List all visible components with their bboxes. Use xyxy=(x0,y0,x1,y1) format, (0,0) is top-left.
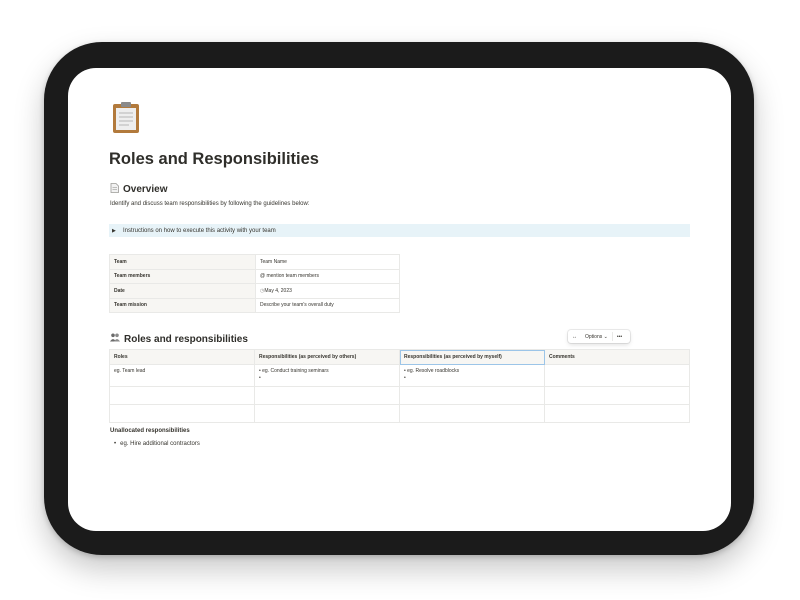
more-dots-icon[interactable]: ••• xyxy=(613,330,626,343)
page-title: Roles and Responsibilities xyxy=(109,150,319,168)
cell-myself[interactable]: • eg. Resolve roadblocks • xyxy=(399,364,545,387)
property-key: Date xyxy=(109,283,256,299)
property-value[interactable]: Describe your team's overall duty xyxy=(255,297,400,313)
property-key: Team xyxy=(109,254,256,270)
properties-table: Team Team Name Team members @ mention te… xyxy=(109,254,400,313)
expand-arrows-icon[interactable]: ↔ xyxy=(568,330,581,343)
overview-heading: Overview xyxy=(110,183,167,196)
list-item[interactable]: • eg. Hire additional contractors xyxy=(114,441,200,447)
roles-heading: Roles and responsibilities xyxy=(110,333,248,345)
roles-heading-text: Roles and responsibilities xyxy=(124,333,248,345)
bullet-text: eg. Resolve roadblocks xyxy=(407,368,460,374)
column-header-comments[interactable]: Comments xyxy=(544,349,690,365)
property-value-date[interactable]: ◷May 4, 2023 xyxy=(255,283,400,299)
table-row xyxy=(109,404,690,423)
clipboard-icon[interactable] xyxy=(110,100,142,134)
property-row: Team Team Name xyxy=(109,254,400,270)
roles-table: Roles Responsibilities (as perceived by … xyxy=(109,349,690,423)
instructions-toggle[interactable]: ▶ Instructions on how to execute this ac… xyxy=(109,224,690,237)
cell-empty[interactable] xyxy=(399,404,545,423)
property-row: Team members @ mention team members xyxy=(109,268,400,284)
property-row: Date ◷May 4, 2023 xyxy=(109,283,400,299)
page-icon xyxy=(110,183,119,196)
cell-empty[interactable] xyxy=(109,404,255,423)
bullet-dot: • xyxy=(114,441,117,447)
cell-empty[interactable] xyxy=(544,386,690,405)
table-row xyxy=(109,386,690,405)
cell-empty[interactable] xyxy=(109,386,255,405)
page-screen: Roles and Responsibilities Overview Iden… xyxy=(68,68,731,531)
property-value[interactable]: @ mention team members xyxy=(255,268,400,284)
bullet-empty: • xyxy=(259,374,261,381)
column-header-myself[interactable]: Responsibilities (as perceived by myself… xyxy=(399,349,545,365)
table-header-row: Roles Responsibilities (as perceived by … xyxy=(109,349,690,365)
instructions-toggle-label: Instructions on how to execute this acti… xyxy=(123,227,276,234)
table-row: eg. Team lead • eg. Conduct training sem… xyxy=(109,364,690,387)
column-header-others[interactable]: Responsibilities (as perceived by others… xyxy=(254,349,400,365)
bullet-text: eg. Conduct training seminars xyxy=(262,368,329,374)
cell-empty[interactable] xyxy=(254,404,400,423)
cell-others[interactable]: • eg. Conduct training seminars • xyxy=(254,364,400,387)
chevron-down-icon: ⌄ xyxy=(603,333,608,340)
options-button[interactable]: Options ⌄ xyxy=(581,330,612,343)
people-icon xyxy=(110,333,120,345)
table-toolbar: ↔ Options ⌄ ••• xyxy=(568,330,630,343)
property-value[interactable]: Team Name xyxy=(255,254,400,270)
cell-comments[interactable] xyxy=(544,364,690,387)
property-key: Team members xyxy=(109,268,256,284)
toggle-triangle-icon[interactable]: ▶ xyxy=(112,228,118,234)
property-row: Team mission Describe your team's overal… xyxy=(109,297,400,313)
unallocated-heading: Unallocated responsibilities xyxy=(110,428,190,434)
overview-description: Identify and discuss team responsibiliti… xyxy=(110,201,310,207)
date-value: May 4, 2023 xyxy=(264,287,292,294)
overview-heading-text: Overview xyxy=(123,184,168,195)
cell-empty[interactable] xyxy=(544,404,690,423)
column-header-roles[interactable]: Roles xyxy=(109,349,255,365)
property-key: Team mission xyxy=(109,297,256,313)
options-label: Options xyxy=(585,333,603,340)
bullet-empty: • xyxy=(404,374,406,381)
list-item-text: eg. Hire additional contractors xyxy=(120,441,200,447)
cell-empty[interactable] xyxy=(399,386,545,405)
cell-empty[interactable] xyxy=(254,386,400,405)
cell-role[interactable]: eg. Team lead xyxy=(109,364,255,387)
